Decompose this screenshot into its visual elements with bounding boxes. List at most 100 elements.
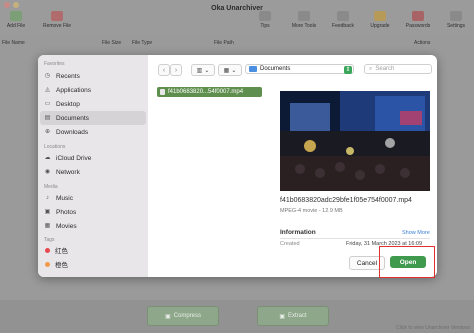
open-button-highlight xyxy=(379,246,435,278)
sidebar-item-downloads[interactable]: ⊕ Downloads xyxy=(38,125,148,139)
grid-icon xyxy=(298,11,310,21)
more-tools-label: More Tools xyxy=(291,23,317,29)
upgrade-label: Upgrade xyxy=(370,23,390,29)
file-list-item[interactable]: f41b0683820...54f0007.mp4 xyxy=(157,87,262,97)
extract-label: Extract xyxy=(288,313,307,319)
sidebar-item-label: 红色 xyxy=(55,248,68,255)
col-file-name[interactable]: File Name xyxy=(2,40,25,46)
created-label: Created xyxy=(280,241,300,247)
title-bar: Oka Unarchiver Add File Remove File Tips… xyxy=(0,0,474,36)
sidebar-item-label: Recents xyxy=(56,72,80,80)
network-icon: ◉ xyxy=(44,168,51,175)
sidebar-item-photos[interactable]: ▣ Photos xyxy=(38,205,148,219)
folder-icon xyxy=(249,66,257,72)
search-icon: ⌕ xyxy=(369,65,373,72)
clock-icon: ◷ xyxy=(44,72,51,79)
crown-icon xyxy=(374,11,386,21)
compress-button[interactable]: ▣ Compress xyxy=(147,306,219,326)
sidebar-item-label: Photos xyxy=(56,208,77,216)
sidebar-tag-red[interactable]: 红色 xyxy=(38,243,148,257)
feedback-button[interactable]: Feedback xyxy=(325,11,361,29)
tips-label: Tips xyxy=(260,23,270,29)
sidebar-item-label: Applications xyxy=(56,86,92,94)
sidebar-item-icloud[interactable]: ☁ iCloud Drive xyxy=(38,151,148,165)
column-view-icon: ▥ xyxy=(196,67,203,74)
chevron-down-icon: ⌄ xyxy=(231,67,237,74)
passwords-label: Passwords xyxy=(405,23,431,29)
sidebar-tag-orange[interactable]: 橙色 xyxy=(38,257,148,271)
sidebar-item-network[interactable]: ◉ Network xyxy=(38,165,148,179)
dialog-sidebar: Favorites ◷ Recents ◬ Applications ▭ Des… xyxy=(38,55,148,277)
video-preview-thumbnail xyxy=(280,91,430,191)
file-name: f41b0683820...54f0007.mp4 xyxy=(168,89,244,95)
compress-label: Compress xyxy=(173,313,201,319)
chevron-left-icon: ‹ xyxy=(162,66,166,74)
extract-button[interactable]: ▣ Extract xyxy=(257,306,329,326)
col-file-type[interactable]: File Type xyxy=(132,40,152,46)
preview-details: f41b0683820adc29bfe1f05e754f0007.mp4 MPE… xyxy=(280,195,435,214)
location-label: Documents xyxy=(260,66,291,72)
show-more-link[interactable]: Show More xyxy=(402,230,430,236)
file-table-header: File Name File Size File Type File Path … xyxy=(0,38,474,48)
location-popup[interactable]: Documents ⇕ xyxy=(245,64,354,74)
passwords-button[interactable]: Passwords xyxy=(400,11,436,29)
group-button[interactable]: ▦ ⌄ xyxy=(218,64,242,76)
tips-button[interactable]: Tips xyxy=(247,11,283,29)
add-file-icon xyxy=(10,11,22,21)
download-icon: ⊕ xyxy=(44,128,51,135)
search-field[interactable]: ⌕ Search xyxy=(364,64,432,74)
search-placeholder: Search xyxy=(375,66,395,72)
sidebar-item-label: Documents xyxy=(56,114,89,122)
compress-icon: ▣ xyxy=(164,313,171,320)
preview-file-kind-size: MPEG-4 movie - 12.9 MB xyxy=(280,208,343,214)
add-file-label: Add File xyxy=(6,23,26,29)
sidebar-item-music[interactable]: ♪ Music xyxy=(38,191,148,205)
sidebar-item-label: Network xyxy=(56,168,80,176)
remove-file-button[interactable]: Remove File xyxy=(39,11,75,29)
forward-button[interactable]: › xyxy=(170,64,182,76)
password-icon xyxy=(412,11,424,21)
orange-tag-dot-icon xyxy=(45,261,50,267)
view-mode-button[interactable]: ▥ ⌄ xyxy=(191,64,215,76)
col-file-size[interactable]: File Size xyxy=(102,40,121,46)
versions-link[interactable]: Click to view Unarchiver Versions xyxy=(396,325,470,331)
sidebar-item-documents[interactable]: ▤ Documents xyxy=(40,111,146,125)
preview-file-name: f41b0683820adc29bfe1f05e754f0007.mp4 xyxy=(280,197,412,204)
add-file-button[interactable]: Add File xyxy=(0,11,34,29)
applications-icon: ◬ xyxy=(45,86,50,93)
chevron-down-icon: ⌄ xyxy=(204,67,210,74)
sidebar-item-label: Music xyxy=(56,194,73,202)
updown-arrow-icon: ⇕ xyxy=(344,66,352,74)
photos-icon: ▣ xyxy=(44,208,51,215)
divider xyxy=(280,238,430,239)
sidebar-item-label: 橙色 xyxy=(55,262,68,269)
chevron-right-icon: › xyxy=(174,66,178,74)
grid-view-icon: ▦ xyxy=(223,67,230,74)
settings-label: Settings xyxy=(446,23,466,29)
back-button[interactable]: ‹ xyxy=(158,64,170,76)
gear-icon xyxy=(450,11,462,21)
settings-button[interactable]: Settings xyxy=(438,11,474,29)
document-icon: ▤ xyxy=(44,114,51,121)
sidebar-item-label: Downloads xyxy=(56,128,89,136)
sidebar-item-desktop[interactable]: ▭ Desktop xyxy=(38,97,148,111)
sidebar-item-recents[interactable]: ◷ Recents xyxy=(38,69,148,83)
feedback-icon xyxy=(337,11,349,21)
remove-file-label: Remove File xyxy=(42,23,72,29)
movies-icon: ▦ xyxy=(44,222,51,229)
music-icon: ♪ xyxy=(46,194,49,201)
sidebar-item-label: Desktop xyxy=(56,100,80,108)
sidebar-item-applications[interactable]: ◬ Applications xyxy=(38,83,148,97)
col-actions[interactable]: Actions xyxy=(414,40,430,46)
desktop-icon: ▭ xyxy=(44,100,51,107)
sidebar-item-label: iCloud Drive xyxy=(56,154,92,162)
night-scene-image xyxy=(280,91,430,191)
cloud-icon: ☁ xyxy=(44,154,51,161)
more-tools-button[interactable]: More Tools xyxy=(286,11,322,29)
movie-file-icon xyxy=(160,89,165,95)
lightbulb-icon xyxy=(259,11,271,21)
open-file-dialog: Favorites ◷ Recents ◬ Applications ▭ Des… xyxy=(38,55,437,277)
upgrade-button[interactable]: Upgrade xyxy=(362,11,398,29)
col-file-path[interactable]: File Path xyxy=(214,40,234,46)
sidebar-item-movies[interactable]: ▦ Movies xyxy=(38,219,148,233)
